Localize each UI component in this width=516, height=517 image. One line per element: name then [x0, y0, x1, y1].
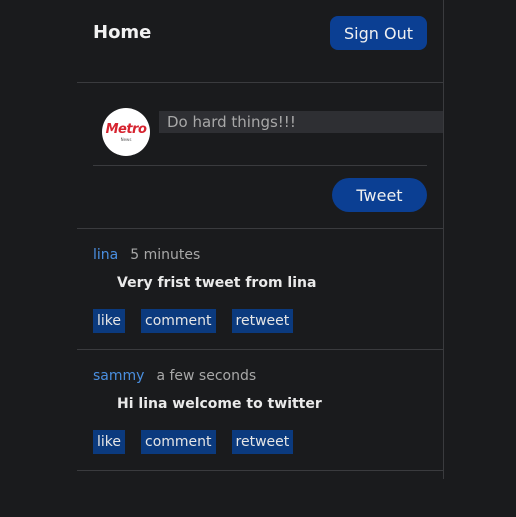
tweet-timestamp: 5 minutes	[130, 247, 201, 263]
app-page: Home Sign Out Metro News Tweet lina 5 mi…	[0, 0, 516, 517]
home-feed: Home Sign Out Metro News Tweet lina 5 mi…	[77, 0, 444, 479]
avatar-logo-subtext: News	[120, 136, 132, 142]
tweet-meta: lina 5 minutes	[93, 247, 200, 263]
comment-button[interactable]: comment	[141, 309, 216, 333]
avatar-logo-text: Metro	[105, 121, 147, 137]
comment-button[interactable]: comment	[141, 430, 216, 454]
retweet-button[interactable]: retweet	[231, 430, 294, 454]
avatar: Metro News	[102, 108, 150, 156]
tweet-input[interactable]	[159, 111, 443, 133]
tweet-meta: sammy a few seconds	[93, 368, 256, 384]
tweet-composer: Metro News Tweet	[77, 83, 443, 229]
sign-out-button[interactable]: Sign Out	[330, 16, 427, 50]
tweet-actions: like comment retweet	[93, 309, 294, 333]
like-button[interactable]: like	[93, 309, 126, 333]
tweet-item: lina 5 minutes Very frist tweet from lin…	[77, 229, 443, 350]
tweet-text: Hi lina welcome to twitter	[117, 396, 322, 412]
feed-header: Home Sign Out	[77, 0, 443, 83]
tweet-item: sammy a few seconds Hi lina welcome to t…	[77, 350, 443, 471]
tweet-timestamp: a few seconds	[156, 368, 257, 384]
tweet-text: Very frist tweet from lina	[117, 275, 317, 291]
tweet-author-link[interactable]: lina	[93, 247, 118, 263]
retweet-button[interactable]: retweet	[231, 309, 294, 333]
tweet-actions: like comment retweet	[93, 430, 294, 454]
tweet-button[interactable]: Tweet	[332, 178, 427, 212]
page-title: Home	[93, 22, 152, 43]
tweet-author-link[interactable]: sammy	[93, 368, 144, 384]
composer-divider	[93, 165, 427, 166]
like-button[interactable]: like	[93, 430, 126, 454]
